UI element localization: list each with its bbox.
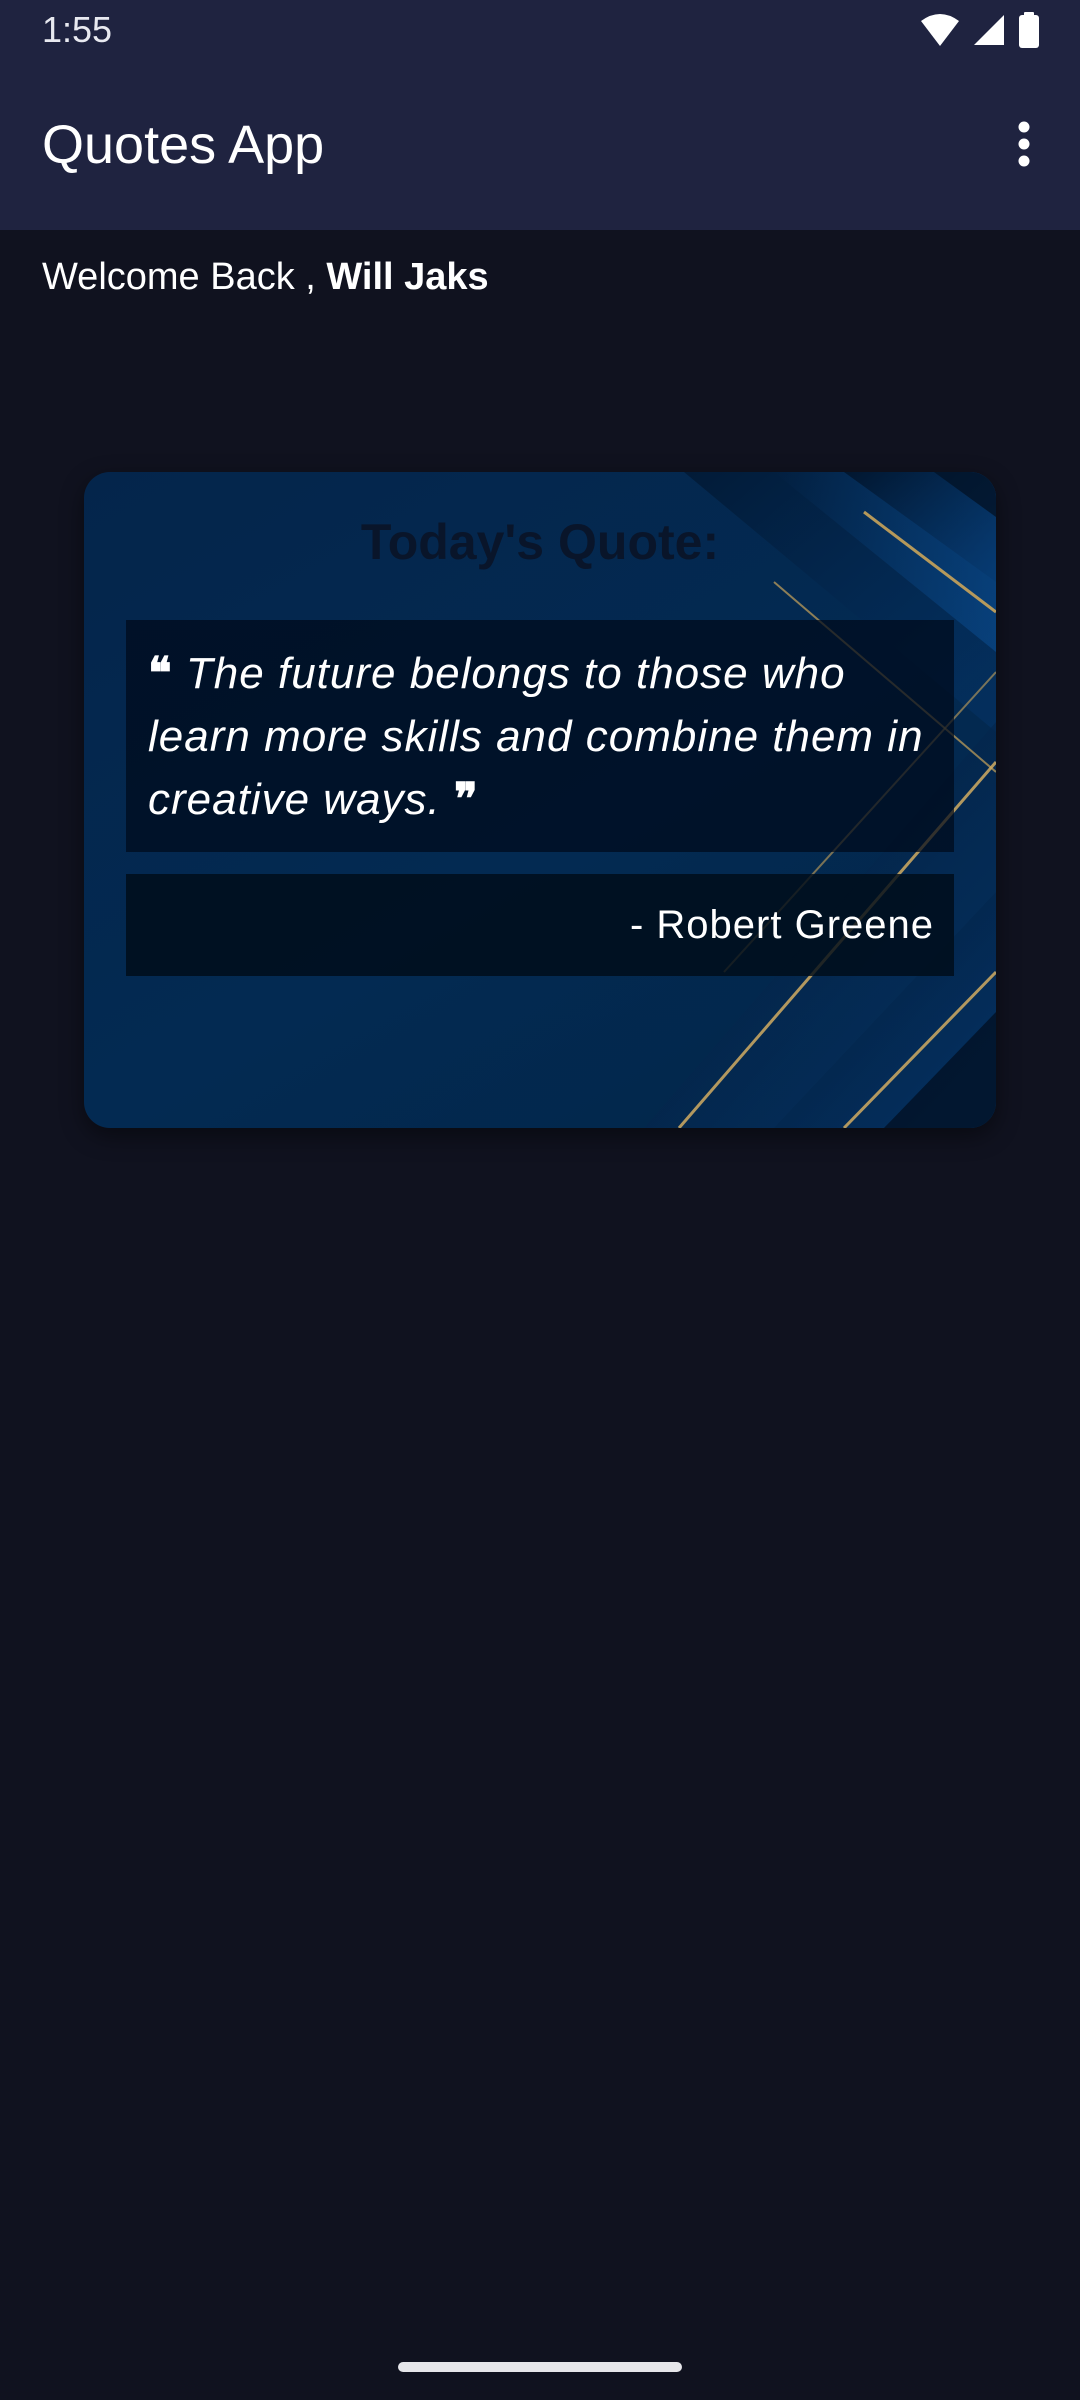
status-icons: [920, 10, 1040, 50]
quote-box: ❝ The future belongs to those who learn …: [126, 620, 954, 852]
more-options-button[interactable]: [988, 108, 1060, 180]
battery-icon: [1019, 12, 1039, 48]
card-title: Today's Quote:: [360, 514, 720, 570]
close-quote-icon: ❞: [454, 774, 479, 825]
more-vert-icon: [1018, 121, 1030, 167]
status-bar: 1:55: [0, 0, 1080, 62]
quote-text: The future belongs to those who learn mo…: [148, 649, 924, 824]
user-name: Will Jaks: [326, 256, 489, 298]
app-title: Quotes App: [42, 115, 325, 175]
author-box: - Robert Greene: [126, 874, 954, 976]
signal-icon: [974, 15, 1004, 45]
wifi-icon: [921, 14, 959, 46]
status-time: 1:55: [42, 9, 113, 50]
welcome-message: Welcome Back , Will Jaks: [42, 252, 489, 302]
app-bar: Quotes App: [0, 62, 1080, 230]
open-quote-icon: ❝: [148, 648, 173, 699]
welcome-prefix: Welcome Back ,: [42, 256, 327, 298]
quote-text-block: ❝ The future belongs to those who learn …: [148, 642, 932, 831]
quote-card: Today's Quote: ❝ The future belongs to t…: [84, 472, 996, 1128]
gesture-navigation-bar[interactable]: [398, 2362, 682, 2372]
quote-author: - Robert Greene: [629, 903, 934, 947]
